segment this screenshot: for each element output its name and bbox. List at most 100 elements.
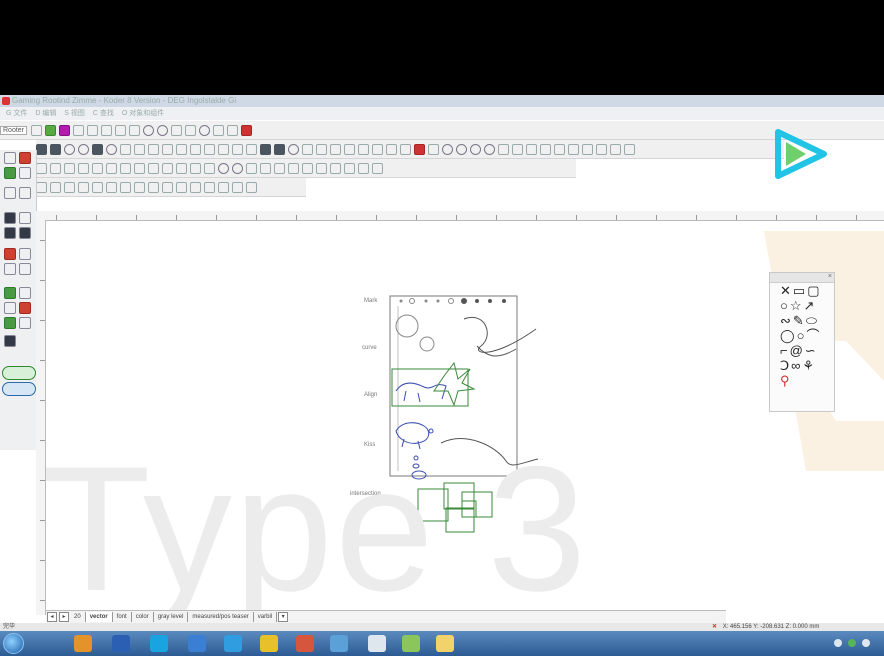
node-5-icon[interactable] — [190, 162, 201, 174]
draw-tool-6-icon[interactable] — [106, 143, 117, 155]
zoom-window-icon[interactable] — [171, 124, 183, 136]
align-1-icon[interactable] — [36, 181, 47, 193]
tab-next-button[interactable]: ▸ — [59, 612, 69, 622]
shape-16-icon[interactable] — [582, 143, 593, 155]
pen-5-icon[interactable] — [176, 143, 187, 155]
folder-icon[interactable] — [402, 635, 420, 652]
text-tool-icon[interactable] — [4, 287, 16, 299]
figure-icon[interactable]: ⚲ — [780, 373, 790, 388]
edit-3-icon[interactable] — [64, 162, 75, 174]
node-15-icon[interactable] — [330, 162, 341, 174]
pen-6-icon[interactable] — [190, 143, 201, 155]
menu-view[interactable]: S 视图 — [64, 110, 85, 117]
align-16-icon[interactable] — [246, 181, 257, 193]
draw-tool-5-icon[interactable] — [92, 143, 103, 155]
shape-12-icon[interactable] — [526, 143, 537, 155]
mode-toggle-green[interactable] — [2, 366, 36, 380]
close-icon[interactable]: × — [828, 273, 832, 280]
shape-3-icon[interactable] — [386, 143, 397, 155]
rounded-rect-icon[interactable]: ▢ — [807, 283, 819, 298]
word-icon[interactable] — [112, 635, 130, 652]
app-icon[interactable] — [296, 635, 314, 652]
fill-7-icon[interactable] — [344, 143, 355, 155]
align-11-icon[interactable] — [176, 181, 187, 193]
menu-find[interactable]: C 查找 — [93, 110, 114, 117]
grid-tool-icon[interactable] — [4, 187, 16, 199]
node-11-icon[interactable] — [274, 162, 285, 174]
node-17-icon[interactable] — [358, 162, 369, 174]
align-14-icon[interactable] — [218, 181, 229, 193]
fill-3-icon[interactable] — [288, 143, 299, 155]
fill-tool-icon[interactable] — [4, 317, 16, 329]
pencil-tool-icon[interactable] — [4, 263, 16, 275]
pen-7-icon[interactable] — [204, 143, 215, 155]
explorer-icon[interactable] — [188, 635, 206, 652]
draw-tool-1-icon[interactable] — [36, 143, 47, 155]
zoom-in-icon[interactable] — [157, 124, 169, 136]
line-tool-icon[interactable] — [19, 287, 31, 299]
pen-1-icon[interactable] — [120, 143, 131, 155]
edit-4-icon[interactable] — [78, 162, 89, 174]
edit-2-icon[interactable] — [50, 162, 61, 174]
node-8-icon[interactable] — [232, 162, 243, 174]
pen-10-icon[interactable] — [246, 143, 257, 155]
align-6-icon[interactable] — [106, 181, 117, 193]
align-4-icon[interactable] — [78, 181, 89, 193]
node-select-icon[interactable] — [19, 152, 31, 164]
stamp-tool-icon[interactable] — [19, 317, 31, 329]
ellipse-icon[interactable]: ⬭ — [806, 313, 817, 328]
shape-13-icon[interactable] — [540, 143, 551, 155]
shape-5-icon[interactable] — [428, 143, 439, 155]
fill-4-icon[interactable] — [302, 143, 313, 155]
camera-tool-icon[interactable] — [4, 227, 16, 239]
pen-2-icon[interactable] — [134, 143, 145, 155]
shape-11-icon[interactable] — [512, 143, 523, 155]
pen-tool-icon[interactable] — [4, 212, 16, 224]
add-icon[interactable] — [106, 162, 117, 174]
zoom-fit-icon[interactable] — [185, 124, 197, 136]
node-16-icon[interactable] — [344, 162, 355, 174]
outlook-icon[interactable] — [74, 635, 92, 652]
node-6-icon[interactable] — [204, 162, 215, 174]
calculator-icon[interactable] — [330, 635, 348, 652]
mode-toggle-blue[interactable] — [2, 382, 36, 396]
draw-tool-4-icon[interactable] — [78, 143, 89, 155]
node-7-icon[interactable] — [218, 162, 229, 174]
new-icon[interactable] — [31, 124, 43, 136]
node-edit-icon[interactable] — [19, 167, 31, 179]
shape-17-icon[interactable] — [596, 143, 607, 155]
spiral-icon[interactable]: ∾ — [780, 313, 791, 328]
safari-icon[interactable] — [224, 635, 242, 652]
shape-2-icon[interactable] — [372, 143, 383, 155]
draw-tool-2-icon[interactable] — [50, 143, 61, 155]
arc-icon[interactable]: ⌒ — [806, 328, 819, 343]
align-3-icon[interactable] — [64, 181, 75, 193]
menu-file[interactable]: G 文件 — [6, 110, 27, 117]
tool-brush-icon[interactable] — [241, 124, 253, 136]
brush-tool-icon[interactable] — [19, 248, 31, 260]
save-icon[interactable] — [59, 124, 71, 136]
node-13-icon[interactable] — [302, 162, 313, 174]
shape-10-icon[interactable] — [498, 143, 509, 155]
files-icon[interactable] — [436, 635, 454, 652]
node-10-icon[interactable] — [260, 162, 271, 174]
erase-tool-icon[interactable] — [19, 302, 31, 314]
node-4-icon[interactable] — [176, 162, 187, 174]
bezier-tool-icon[interactable] — [4, 302, 16, 314]
loop-icon[interactable]: ∽ — [805, 343, 816, 358]
circle-icon[interactable]: ○ — [780, 298, 788, 313]
shape-14-icon[interactable] — [554, 143, 565, 155]
start-orb-icon[interactable] — [3, 633, 24, 654]
minus-icon[interactable] — [120, 162, 131, 174]
snail-icon[interactable]: @ — [790, 343, 803, 358]
shape-1-icon[interactable] — [358, 143, 369, 155]
shape-19-icon[interactable] — [624, 143, 635, 155]
fill-5-icon[interactable] — [316, 143, 327, 155]
pen-9-icon[interactable] — [232, 143, 243, 155]
rectangle-icon[interactable]: ▭ — [793, 283, 805, 298]
wave-green-icon[interactable] — [87, 124, 99, 136]
shape-4-icon[interactable] — [400, 143, 411, 155]
fill-1-icon[interactable] — [260, 143, 271, 155]
shape-18-icon[interactable] — [610, 143, 621, 155]
knot-icon[interactable]: ∞ — [791, 358, 800, 373]
